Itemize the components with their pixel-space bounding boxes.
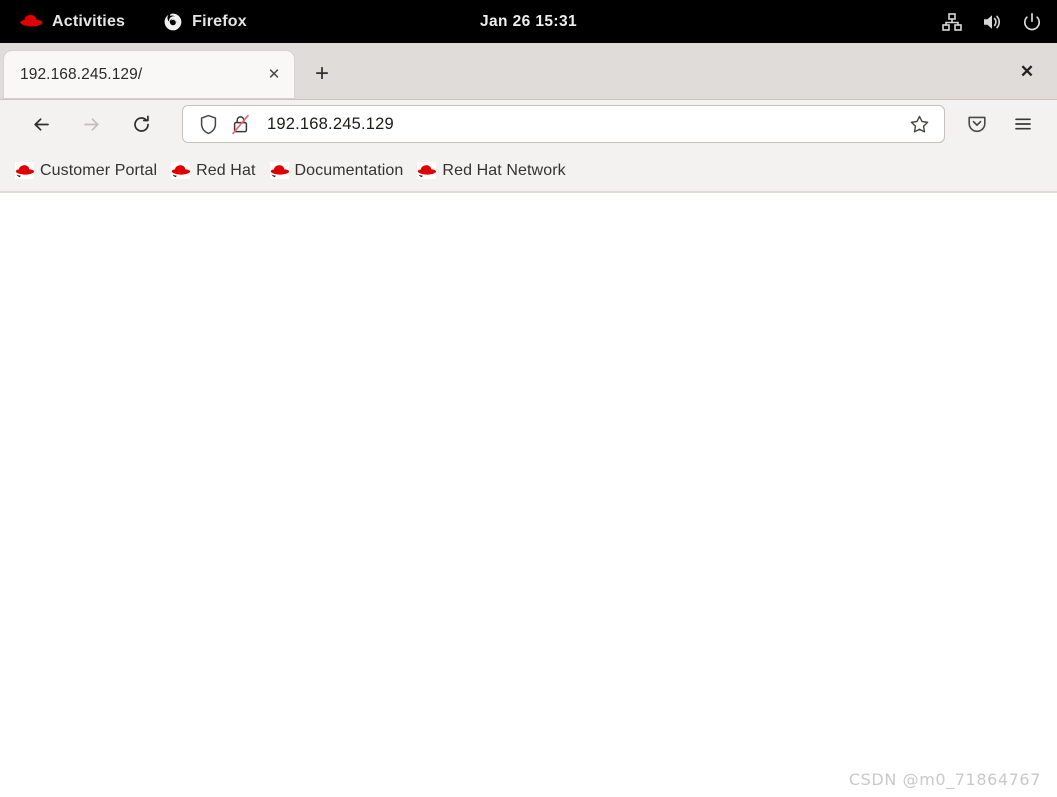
activities-button[interactable]: Activities — [9, 0, 135, 43]
window-close-button[interactable]: ✕ — [1011, 55, 1043, 87]
shield-icon[interactable] — [195, 111, 221, 137]
redhat-favicon-icon — [269, 162, 289, 179]
insecure-lock-icon[interactable] — [227, 111, 253, 137]
system-tray[interactable] — [941, 0, 1043, 43]
bookmark-label: Documentation — [294, 161, 404, 179]
tab-close-icon[interactable]: ✕ — [260, 61, 288, 89]
gnome-top-bar: Activities Firefox Jan 26 15:31 — [0, 0, 1057, 43]
bookmark-red-hat[interactable]: Red Hat — [164, 155, 262, 187]
bookmarks-toolbar: Customer Portal Red Hat Documentation Re… — [0, 148, 1057, 193]
bookmark-customer-portal[interactable]: Customer Portal — [8, 155, 164, 187]
forward-button — [72, 105, 110, 143]
reload-button[interactable] — [122, 105, 160, 143]
activities-label: Activities — [52, 12, 126, 30]
page-content-area[interactable]: CSDN @m0_71864767 — [0, 193, 1057, 797]
tab-title: 192.168.245.129/ — [20, 65, 143, 83]
firefox-app-menu-button[interactable]: Firefox — [153, 0, 257, 43]
firefox-app-label: Firefox — [192, 12, 247, 30]
redhat-favicon-icon — [15, 162, 35, 179]
bookmark-red-hat-network[interactable]: Red Hat Network — [410, 155, 572, 187]
firefox-icon — [163, 12, 183, 32]
navigation-toolbar: 192.168.245.129 — [0, 100, 1057, 148]
new-tab-button[interactable]: + — [306, 58, 338, 90]
volume-icon[interactable] — [981, 11, 1003, 33]
bookmark-star-icon[interactable] — [902, 107, 936, 141]
tab-strip: 192.168.245.129/ ✕ + ✕ — [0, 43, 1057, 100]
redhat-logo-icon — [19, 11, 43, 33]
redhat-favicon-icon — [171, 162, 191, 179]
redhat-favicon-icon — [417, 162, 437, 179]
network-wired-icon[interactable] — [941, 11, 963, 33]
url-bar[interactable]: 192.168.245.129 — [182, 105, 945, 143]
bookmark-label: Red Hat Network — [442, 161, 566, 179]
bookmark-label: Customer Portal — [40, 161, 158, 179]
pocket-save-icon[interactable] — [959, 106, 995, 142]
firefox-window: 192.168.245.129/ ✕ + ✕ 192.168.245.129 C… — [0, 43, 1057, 797]
url-text[interactable]: 192.168.245.129 — [267, 115, 902, 134]
power-icon[interactable] — [1021, 11, 1043, 33]
bookmark-documentation[interactable]: Documentation — [263, 155, 411, 187]
csdn-watermark: CSDN @m0_71864767 — [848, 770, 1041, 789]
browser-tab[interactable]: 192.168.245.129/ ✕ — [4, 51, 294, 98]
hamburger-menu-icon[interactable] — [1005, 106, 1041, 142]
bookmark-label: Red Hat — [196, 161, 256, 179]
back-button[interactable] — [22, 105, 60, 143]
clock-label[interactable]: Jan 26 15:31 — [480, 13, 577, 31]
